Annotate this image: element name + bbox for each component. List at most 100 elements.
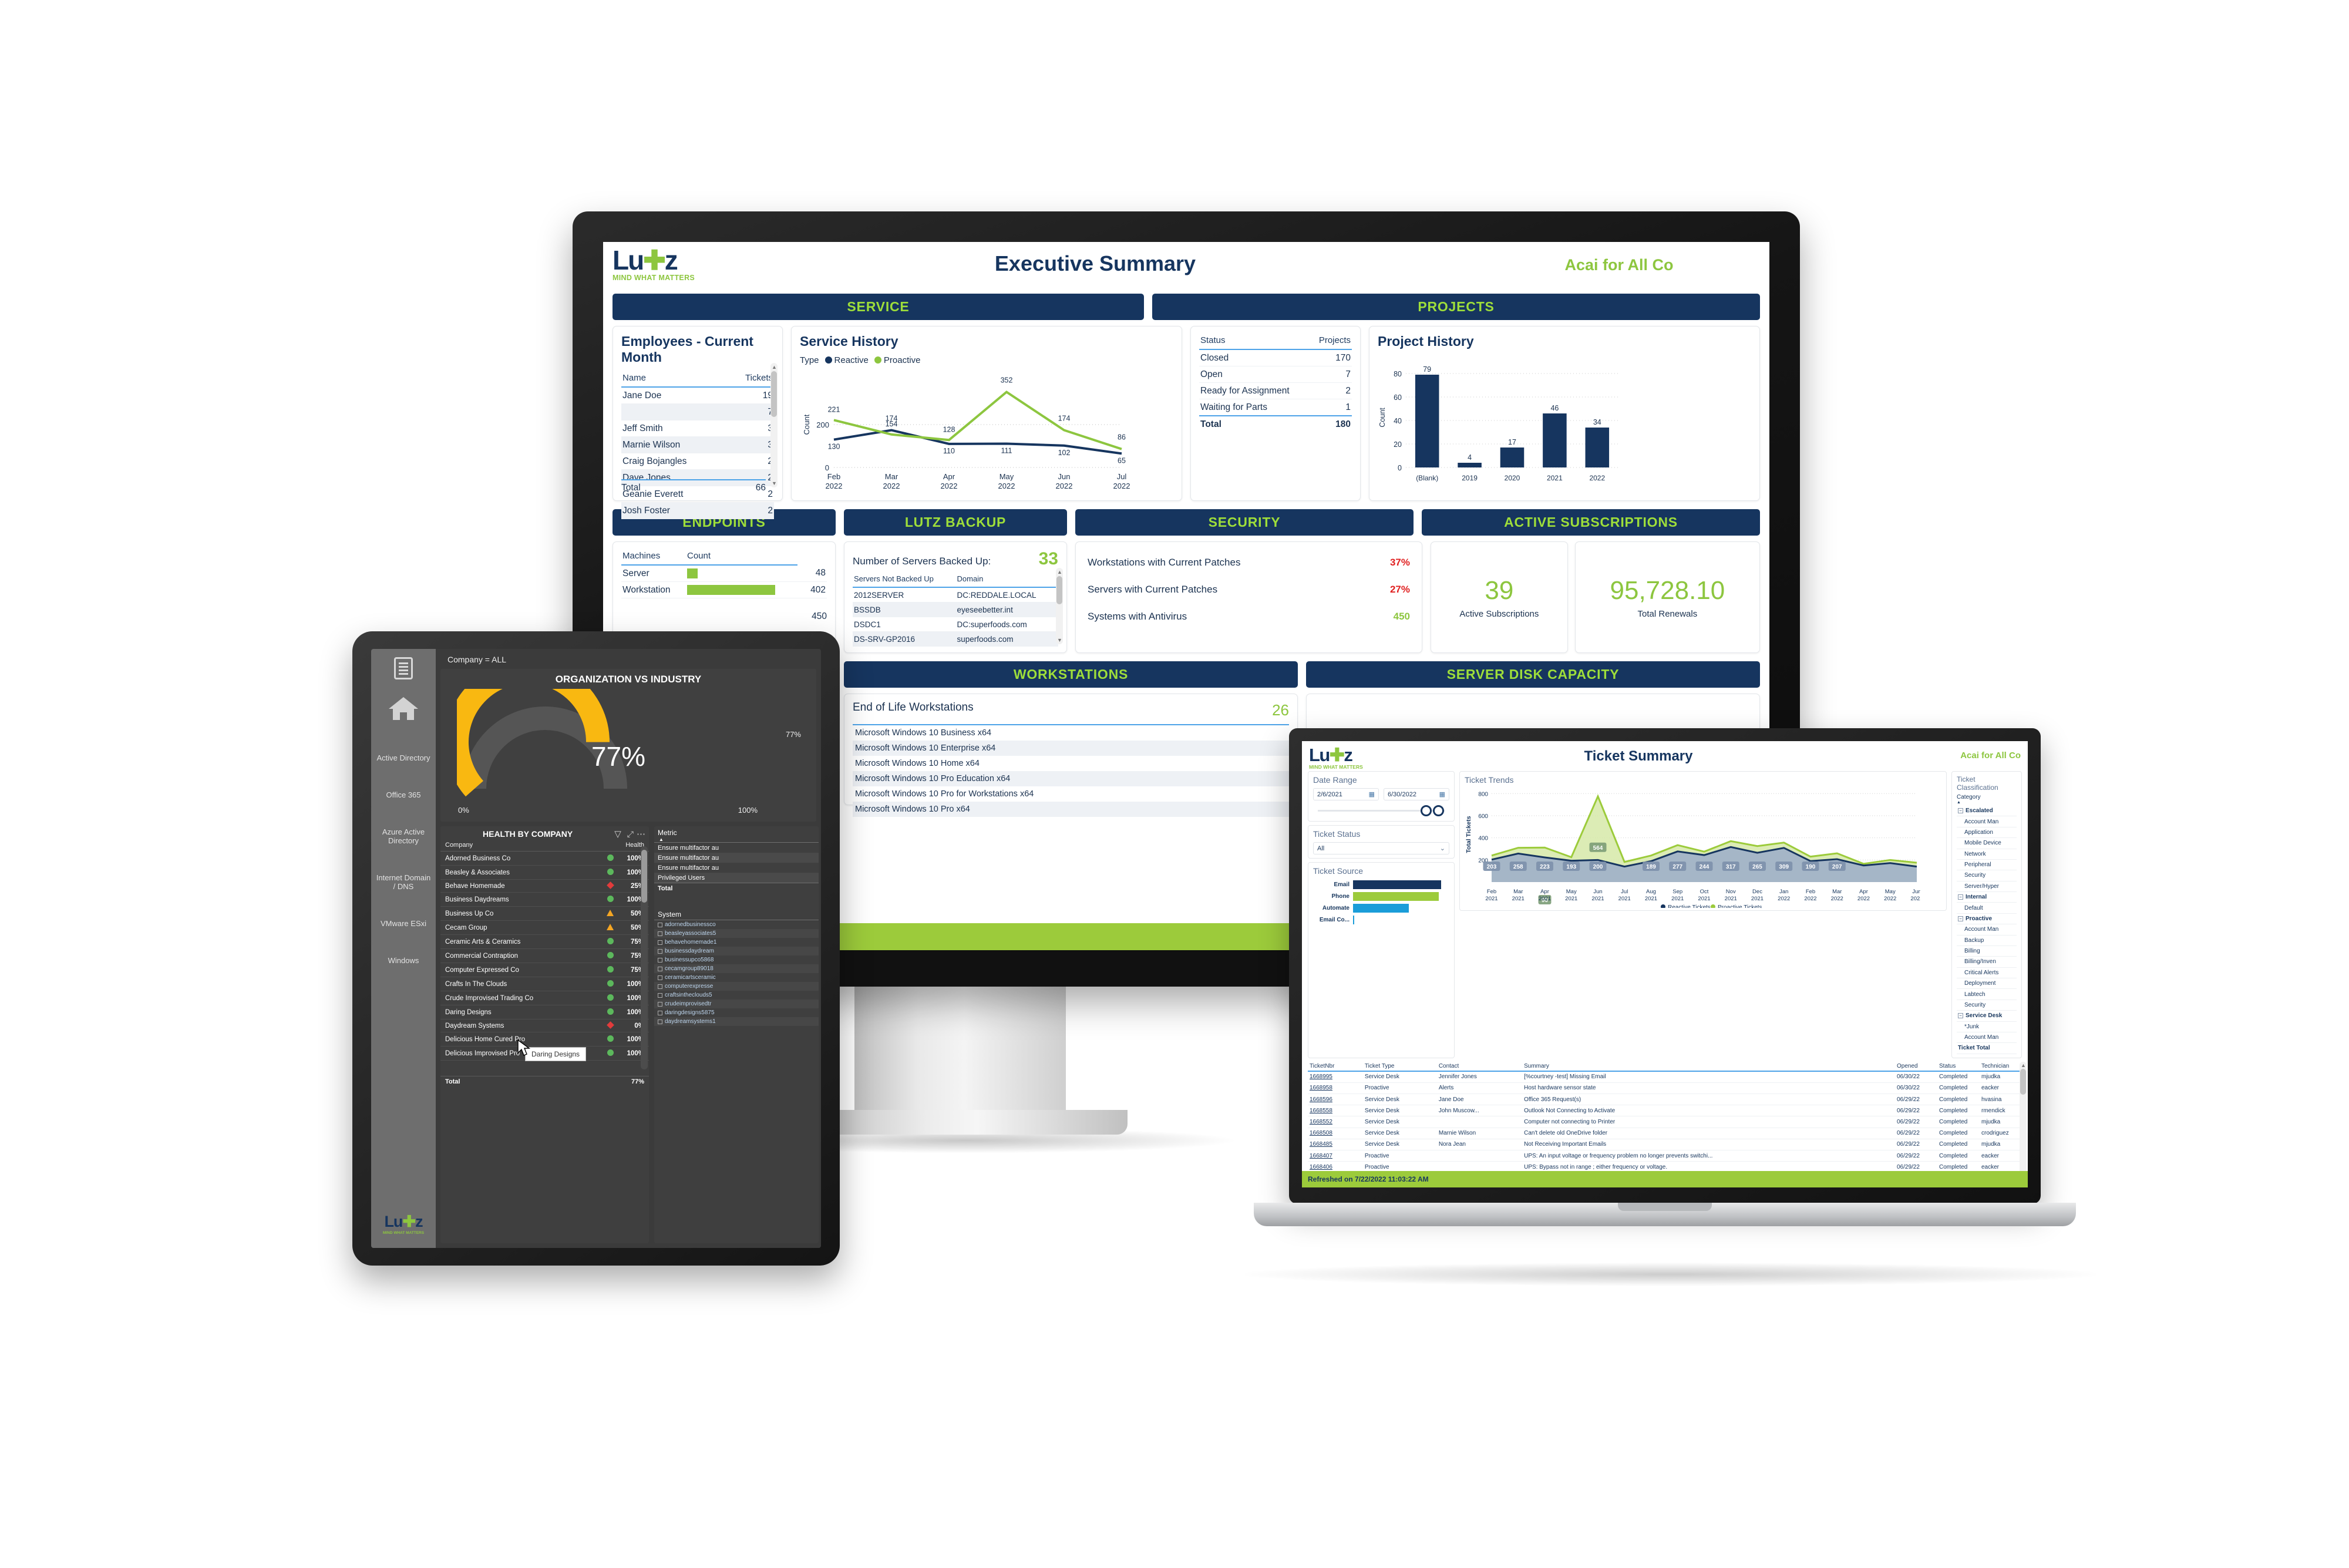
table-row[interactable]: 7	[621, 403, 774, 420]
table-row[interactable]: 1668485 Service Desk Nora Jean Not Recei…	[1308, 1139, 2022, 1150]
tree-group[interactable]: − Internal	[1957, 892, 2017, 903]
col-ticket-type[interactable]: Ticket Type	[1362, 1061, 1437, 1072]
table-row[interactable]: Adorned Business Co 100%	[440, 852, 649, 866]
tree-item[interactable]: Peripheral	[1957, 860, 2017, 871]
list-item[interactable]: beasleyassociates5	[654, 929, 819, 938]
list-item[interactable]: businessupco5868	[654, 955, 819, 964]
table-row[interactable]: 1668407 Proactive UPS: An input voltage …	[1308, 1150, 2022, 1162]
list-item[interactable]: adornedbusinessco	[654, 920, 819, 929]
table-row[interactable]: Jane Doe 19	[621, 387, 774, 404]
list-item[interactable]: Ensure multifactor au	[654, 853, 819, 863]
tree-item[interactable]: Security	[1957, 1000, 2017, 1011]
collapse-icon[interactable]: −	[1958, 1013, 1963, 1019]
calendar-icon-end[interactable]: ▦	[1439, 790, 1445, 798]
table-row[interactable]: Delicious Home Cured Pro 100%	[440, 1032, 649, 1047]
tree-item[interactable]: Account Man	[1957, 816, 2017, 827]
tree-item[interactable]: Server/Hyper	[1957, 881, 2017, 892]
col-contact[interactable]: Contact	[1436, 1061, 1523, 1072]
table-row[interactable]: Waiting for Parts 1	[1199, 399, 1352, 416]
sidebar-item-azure-active-directory[interactable]: Azure Active Directory	[371, 813, 436, 859]
list-item[interactable]: daydreamsystems1	[654, 1017, 819, 1026]
table-row[interactable]: 1668958 Proactive Alerts Host hardware s…	[1308, 1082, 2022, 1095]
ticket-number[interactable]: 1668958	[1308, 1082, 1363, 1095]
ticket-number[interactable]: 1668485	[1308, 1139, 1363, 1150]
col-opened[interactable]: Opened	[1895, 1061, 1937, 1072]
date-start-input[interactable]: 2/6/2021 ▦	[1313, 788, 1379, 800]
list-item[interactable]: daringdesigns5875	[654, 1008, 819, 1017]
table-row[interactable]: Business Daydreams 100%	[440, 893, 649, 907]
table-row[interactable]: Jeff Smith3	[621, 420, 774, 437]
ticket-number[interactable]: 1668552	[1308, 1116, 1363, 1128]
list-item[interactable]: craftsintheclouds5	[654, 991, 819, 1000]
list-item[interactable]: computerexpresse	[654, 982, 819, 991]
tree-item[interactable]: Deployment	[1957, 978, 2017, 990]
sidebar-item-internet-domain-dns[interactable]: Internet Domain / DNS	[371, 859, 436, 905]
sidebar-item-vmware-esxi[interactable]: VMware ESxi	[371, 905, 436, 942]
table-row[interactable]: Closed 170	[1199, 349, 1352, 366]
table-row[interactable]: Workstation 402	[621, 581, 827, 598]
table-row[interactable]: Server 48	[621, 565, 827, 582]
table-row[interactable]: Daring Designs 100%	[440, 1005, 649, 1019]
tree-item[interactable]: Billing	[1957, 946, 2017, 957]
ticket-number[interactable]: 1668508	[1308, 1128, 1363, 1139]
tree-group[interactable]: − Service Desk	[1957, 1011, 2017, 1022]
table-row[interactable]: Computer Expressed Co 75%	[440, 963, 649, 977]
collapse-icon[interactable]: −	[1958, 894, 1963, 900]
tree-item[interactable]: Backup	[1957, 936, 2017, 946]
table-row[interactable]: 2012SERVER DC:REDDALE.LOCAL	[853, 587, 1058, 603]
collapse-icon[interactable]: −	[1958, 808, 1963, 814]
tree-item[interactable]: Account Man	[1957, 924, 2017, 936]
list-item[interactable]: ceramicartsceramic	[654, 973, 819, 982]
list-item[interactable]: Microsoft Windows 10 Pro Education x64	[853, 771, 1289, 786]
filter-icon[interactable]: ▽	[614, 829, 621, 839]
slider-handle-right[interactable]	[1433, 805, 1444, 816]
list-item[interactable]: Ensure multifactor au	[654, 863, 819, 873]
table-row[interactable]: Crafts In The Clouds 100%	[440, 977, 649, 991]
collapse-icon[interactable]: −	[1958, 916, 1963, 921]
table-row[interactable]: Behave Homemade 25%	[440, 880, 649, 893]
tree-item[interactable]: Critical Alerts	[1957, 968, 2017, 978]
table-row[interactable]: Crude Improvised Trading Co 100%	[440, 991, 649, 1005]
table-row[interactable]: DS-SRV-GP2016 superfoods.com	[853, 631, 1058, 647]
col-technician[interactable]: Technician	[1980, 1061, 2022, 1072]
tree-item[interactable]: Security	[1957, 870, 2017, 881]
list-item[interactable]: Microsoft Windows 10 Pro for Workstation…	[853, 786, 1289, 802]
table-row[interactable]: 1668995 Service Desk Jennifer Jones [%co…	[1308, 1071, 2022, 1083]
chevron-down-icon[interactable]: ⌄	[1440, 844, 1445, 852]
table-row[interactable]: Daydream Systems 0%	[440, 1019, 649, 1032]
date-end-input[interactable]: 6/30/2022 ▦	[1384, 788, 1449, 800]
table-row[interactable]: Open 7	[1199, 366, 1352, 383]
ticket-number[interactable]: 1668596	[1308, 1093, 1363, 1106]
table-row[interactable]: 1668552 Service Desk Computer not connec…	[1308, 1116, 2022, 1128]
list-item[interactable]: Privileged Users	[654, 873, 819, 883]
table-row[interactable]: Ceramic Arts & Ceramics 75%	[440, 935, 649, 949]
tree-item[interactable]: Application	[1957, 827, 2017, 839]
list-item[interactable]: Ensure multifactor au	[654, 843, 819, 853]
table-row[interactable]: DSDC1 DC:superfoods.com	[853, 617, 1058, 632]
tree-group[interactable]: − Escalated	[1957, 806, 2017, 817]
ticket-number[interactable]: 1668407	[1308, 1150, 1363, 1162]
tree-item[interactable]: *Junk	[1957, 1022, 2017, 1032]
tree-item[interactable]: Account Man	[1957, 1032, 2017, 1044]
table-row[interactable]: Marnie Wilson3	[621, 436, 774, 453]
list-item[interactable]: cecamgroup89018	[654, 964, 819, 973]
employees-scrollbar[interactable]: ▲ ▼	[770, 363, 778, 487]
table-row[interactable]: 1668508 Service Desk Marnie Wilson Can't…	[1308, 1128, 2022, 1139]
date-range-slider[interactable]	[1313, 805, 1449, 817]
col-summary[interactable]: Summary	[1522, 1061, 1895, 1072]
list-item[interactable]: businessdaydream	[654, 947, 819, 955]
ticket-number[interactable]: 1668995	[1308, 1071, 1363, 1083]
tree-item[interactable]: Mobile Device	[1957, 838, 2017, 849]
tree-item[interactable]: Labtech	[1957, 989, 2017, 1000]
tree-item[interactable]: Network	[1957, 849, 2017, 860]
sidebar-item-office-365[interactable]: Office 365	[371, 776, 436, 813]
more-options-icon[interactable]: ⋯	[637, 829, 645, 839]
table-row[interactable]: Craig Bojangles2	[621, 453, 774, 470]
table-row[interactable]: Beasley & Associates 100%	[440, 866, 649, 880]
tickets-scrollbar[interactable]: ▲ ▼	[2020, 1061, 2027, 1187]
company-filter[interactable]: Company = ALL	[436, 649, 821, 665]
table-row[interactable]: Commercial Contraption 75%	[440, 949, 649, 963]
col-status[interactable]: Status	[1937, 1061, 1980, 1072]
list-item[interactable]: behavehomemade1	[654, 938, 819, 947]
list-item[interactable]: Microsoft Windows 10 Home x64	[853, 756, 1289, 771]
